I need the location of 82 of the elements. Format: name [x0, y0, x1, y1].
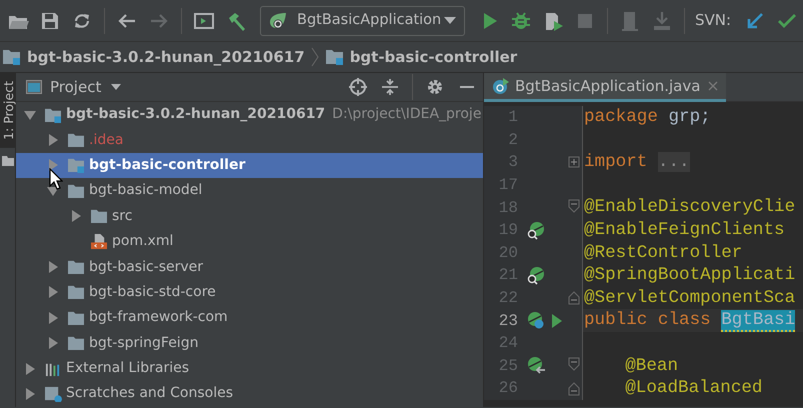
tree-row[interactable]: bgt-basic-server [16, 254, 483, 280]
bean-class-icon[interactable] [526, 311, 546, 330]
code-line: @ServletComponentSca [584, 286, 796, 310]
collapsed-arrow-icon[interactable] [47, 337, 59, 350]
tree-row[interactable]: bgt-basic-3.0.2-hunan_20210617 D:\project\IDEA_proje [16, 102, 483, 128]
tree-item-label: bgt-basic-model [89, 181, 202, 200]
folder-icon [67, 310, 85, 326]
folder-icon [67, 259, 85, 276]
close-icon[interactable] [708, 81, 718, 91]
code-line: @EnableFeignClients [584, 219, 785, 242]
project-view-icon [26, 80, 42, 94]
tree-row[interactable]: src [16, 204, 483, 229]
tree-row[interactable]: bgt-framework-com [16, 305, 483, 331]
collapse-all-icon[interactable] [381, 78, 399, 96]
xml-file-icon [90, 234, 108, 250]
breadcrumb-item[interactable]: bgt-basic-controller [350, 46, 518, 68]
chevron-icon [310, 47, 319, 67]
mouse-cursor-icon [49, 168, 63, 190]
collapsed-arrow-icon[interactable] [47, 159, 59, 172]
code-line: @LoadBalanced [625, 377, 762, 400]
folder-icon [67, 132, 85, 148]
settings-icon[interactable] [426, 78, 444, 96]
tree-item-label: External Libraries [66, 359, 189, 378]
tree-item-label: pom.xml [112, 232, 174, 252]
module-folder-icon [44, 106, 62, 123]
tree-item-label: bgt-basic-3.0.2-hunan_20210617 [66, 105, 326, 124]
collapsed-arrow-icon[interactable] [24, 388, 36, 400]
bean-search-icon[interactable] [526, 266, 546, 285]
run-configuration-dropdown[interactable]: BgtBasicApplication [260, 6, 465, 36]
folder-icon [67, 182, 85, 199]
collapsed-arrow-icon[interactable] [47, 134, 59, 146]
tree-item-label: src [112, 206, 132, 226]
code-line: public class BgtBasi [584, 309, 796, 334]
tree-row[interactable]: bgt-springFeign [16, 330, 483, 356]
run-icon[interactable] [551, 312, 563, 329]
tree-item-label: bgt-springFeign [89, 334, 198, 353]
module-folder-icon [2, 48, 22, 66]
class-run-icon [492, 77, 510, 95]
caret-icon [111, 84, 122, 90]
tree-row[interactable]: bgt-basic-model [16, 178, 483, 204]
expanded-arrow-icon[interactable] [47, 184, 59, 197]
bug-icon[interactable] [510, 10, 532, 32]
collapsed-arrow-icon[interactable] [47, 286, 59, 298]
tree-item-label: bgt-basic-server [89, 258, 204, 277]
module-folder-icon [324, 48, 345, 66]
tree-row[interactable]: pom.xml [16, 228, 483, 254]
code-line: @Bean [625, 354, 678, 378]
bean-search-icon[interactable] [526, 220, 546, 240]
tree-item-label: bgt-framework-com [89, 308, 228, 328]
folder-icon [2, 156, 14, 166]
scratch-icon [44, 386, 62, 402]
tree-row[interactable]: Scratches and Consoles [16, 381, 483, 407]
project-tool-tab[interactable]: 1: Project [0, 73, 16, 148]
code-line: @EnableDiscoveryClie [584, 196, 796, 220]
folder-icon [90, 208, 108, 224]
tree-row[interactable]: External Libraries [16, 356, 483, 382]
collapsed-arrow-icon[interactable] [24, 362, 36, 375]
code-line: @RestController [584, 242, 742, 265]
collapsed-arrow-icon[interactable] [70, 210, 82, 222]
tree-item-label: .idea [89, 130, 124, 150]
collapsed-arrow-icon[interactable] [47, 261, 59, 274]
tree-item-label: bgt-basic-std-core [89, 282, 216, 302]
tree-row[interactable]: bgt-basic-controller [16, 152, 483, 178]
breadcrumb-item[interactable]: bgt-basic-3.0.2-hunan_20210617 [27, 46, 305, 68]
locate-icon[interactable] [349, 78, 367, 96]
tree-item-label: Scratches and Consoles [66, 384, 233, 404]
code-line: package grp; [584, 106, 711, 130]
editor-tab[interactable]: BgtBasicApplication.java [484, 73, 726, 102]
line-number: 23 [498, 310, 518, 332]
tree-item-label: bgt-basic-controller [89, 156, 246, 175]
module-folder-icon [67, 157, 85, 174]
bean-arrow-icon[interactable] [526, 356, 546, 376]
project-view-dropdown[interactable]: Project [50, 76, 122, 98]
tree-row[interactable]: bgt-basic-std-core [16, 280, 483, 306]
folder-icon [67, 335, 85, 352]
caret-icon [444, 16, 456, 24]
svn-label: SVN: [694, 10, 731, 32]
code-line: import ... [584, 151, 690, 174]
project-path: D:\project\IDEA_proje [332, 105, 482, 124]
folder-icon [67, 284, 85, 300]
code-line: @SpringBootApplicati [584, 264, 796, 288]
collapsed-arrow-icon[interactable] [47, 312, 59, 324]
